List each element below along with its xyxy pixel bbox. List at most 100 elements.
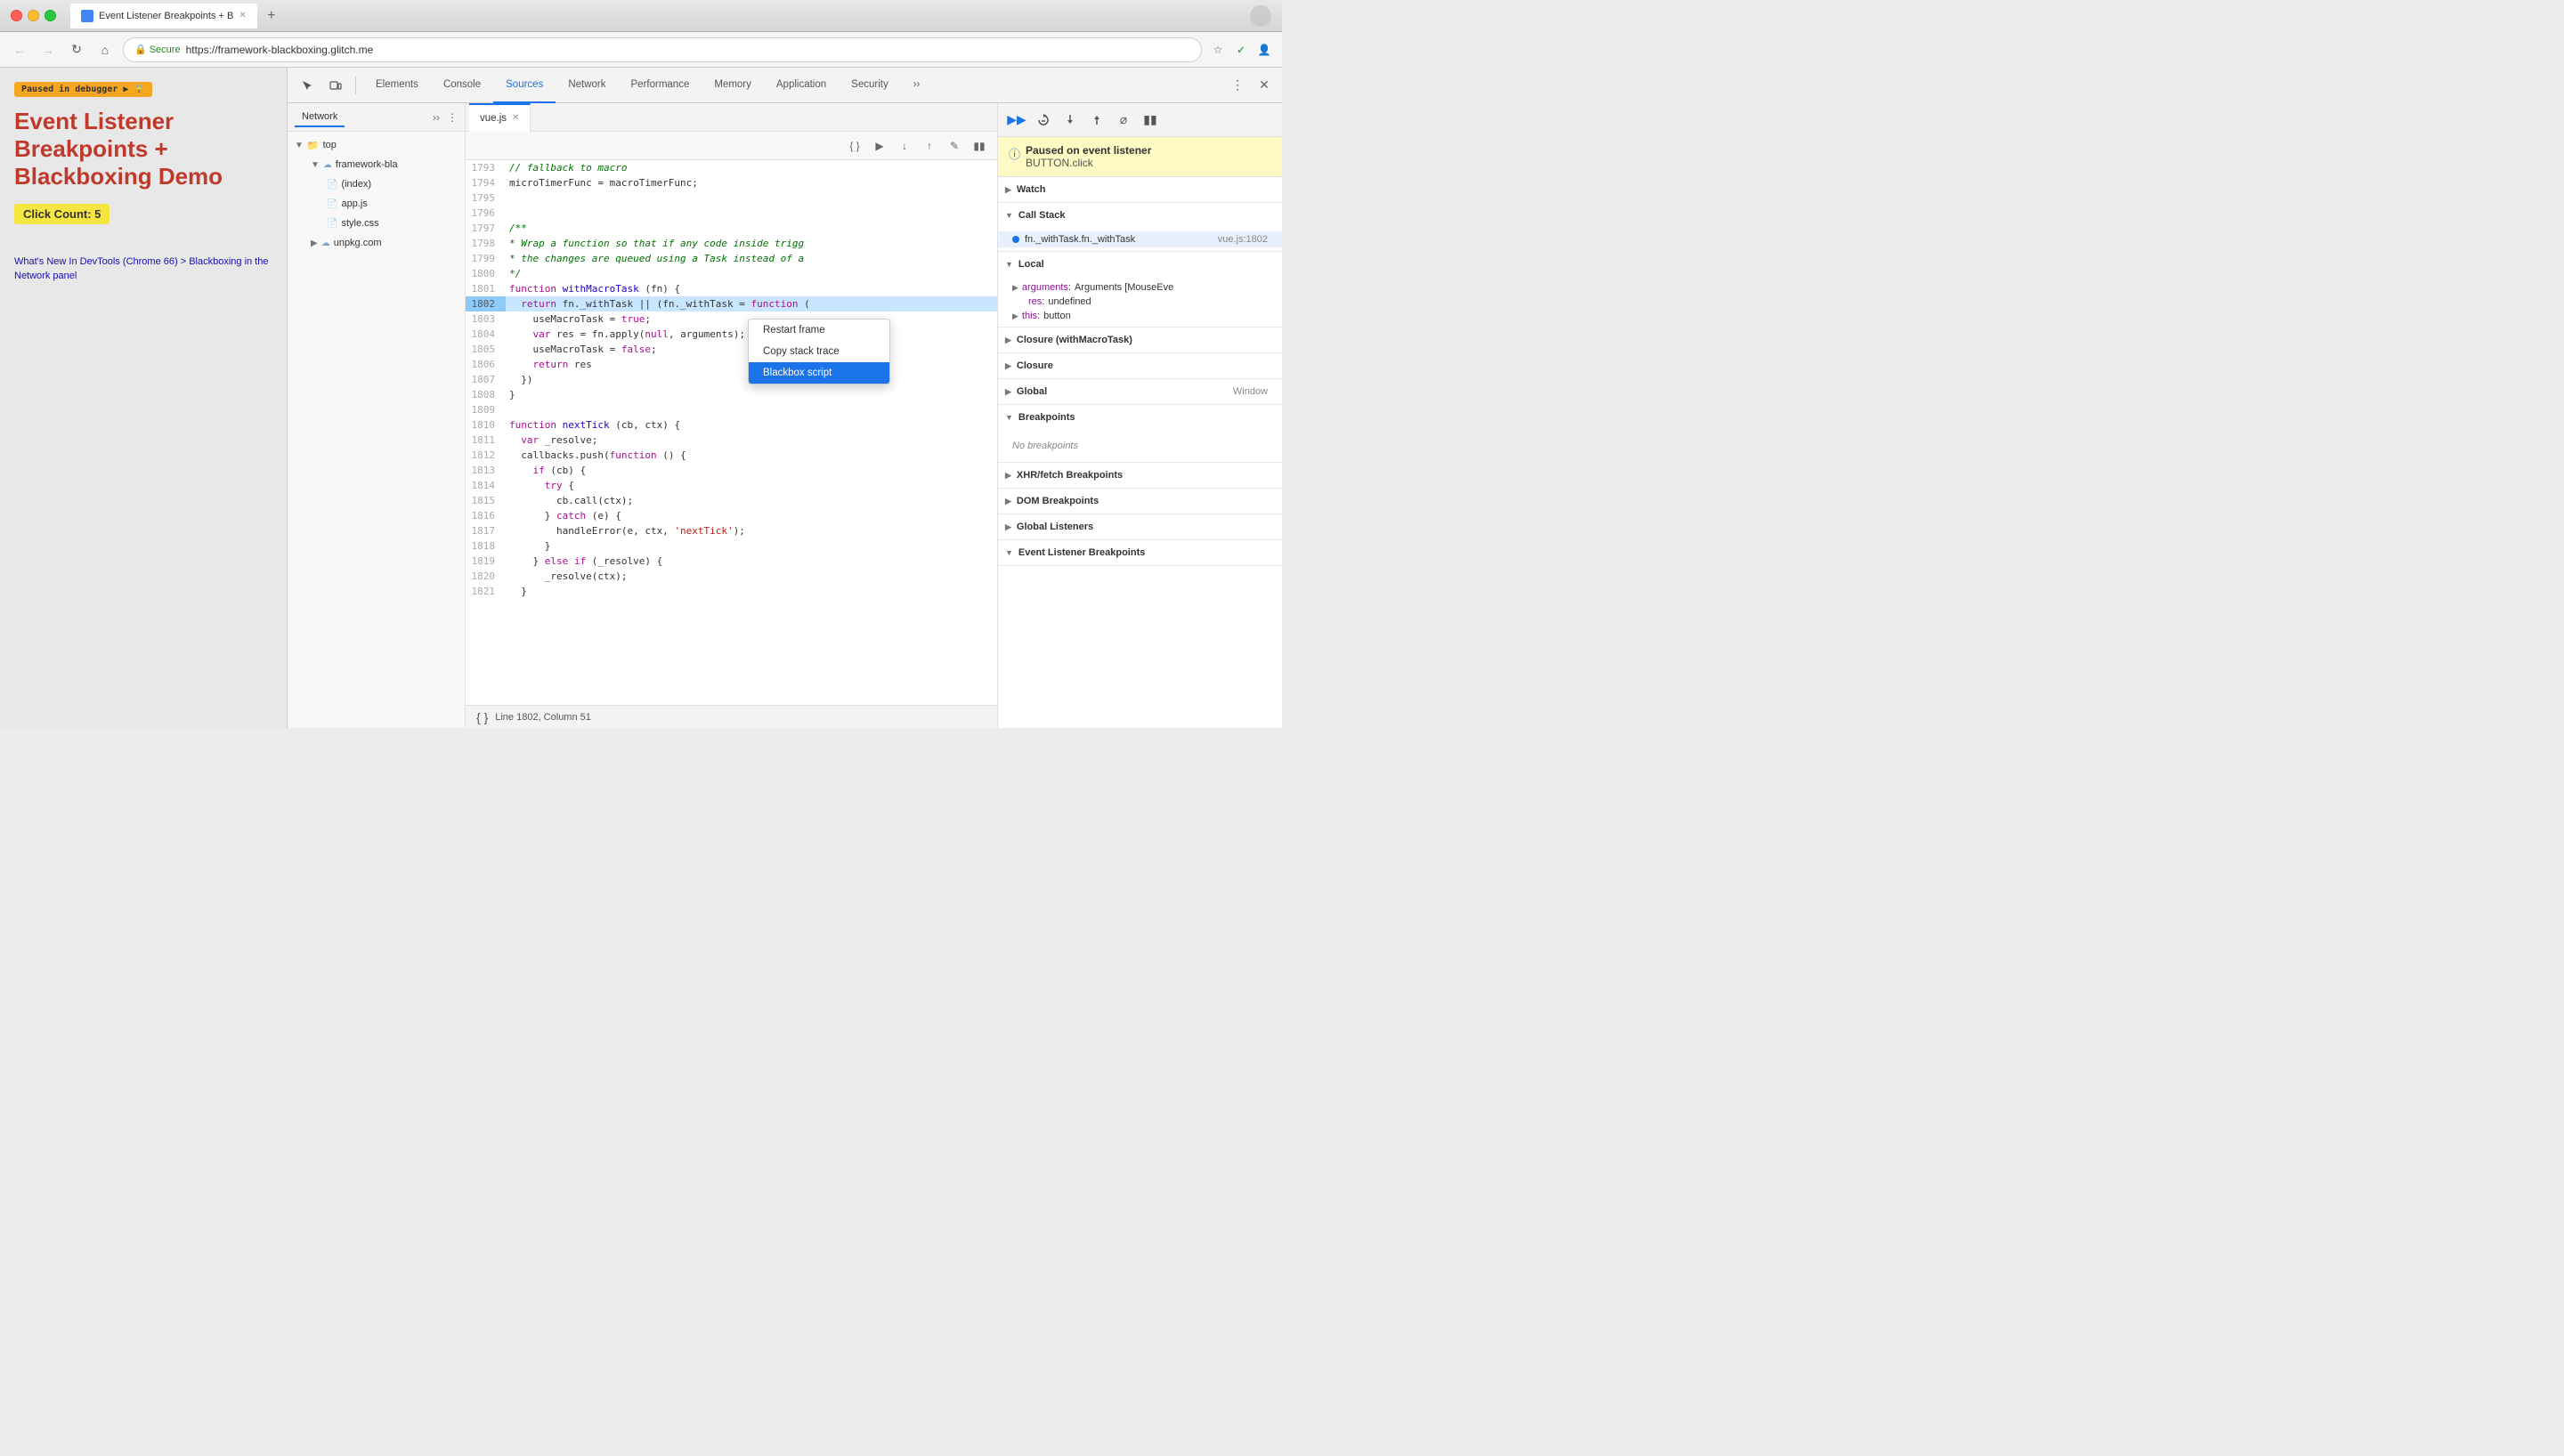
file-panel-header: Network ›› ⋮ <box>288 103 465 132</box>
browser-tab-close[interactable]: ✕ <box>239 11 246 20</box>
file-panel-more-button[interactable]: ›› <box>433 111 440 124</box>
tab-application[interactable]: Application <box>764 68 839 103</box>
secure-label: Secure <box>150 44 181 55</box>
forward-button[interactable]: → <box>37 39 59 61</box>
code-editor: vue.js ✕ { } ▶ ↓ ↑ ✎ ▮▮ 1793 // fal <box>466 103 997 728</box>
closure-section-header[interactable]: ▶ Closure <box>998 353 1282 378</box>
account-icon[interactable]: 👤 <box>1255 41 1273 59</box>
context-menu-restart-frame[interactable]: Restart frame <box>749 320 889 341</box>
tree-item-appjs[interactable]: 📄 app.js <box>288 194 465 214</box>
tab-console[interactable]: Console <box>431 68 493 103</box>
event-listener-header[interactable]: ▼ Event Listener Breakpoints <box>998 540 1282 565</box>
editor-toolbar: { } ▶ ↓ ↑ ✎ ▮▮ <box>466 132 997 160</box>
browser-tab-active[interactable]: Event Listener Breakpoints + B ✕ <box>70 4 257 28</box>
devtools-panel: Elements Console Sources Network Perform… <box>287 68 1282 728</box>
cloud-icon-framework: ☁ <box>323 160 332 170</box>
secure-badge: 🔒 Secure <box>134 44 181 55</box>
tree-item-stylecss[interactable]: 📄 style.css <box>288 214 465 233</box>
step-into-button[interactable] <box>1059 109 1082 132</box>
bookmark-icon[interactable]: ☆ <box>1209 41 1227 59</box>
watch-section-header[interactable]: ▶ Watch <box>998 177 1282 202</box>
run-snippet-button[interactable]: ▶ <box>869 135 890 157</box>
global-section-header[interactable]: ▶ Global Window <box>998 379 1282 404</box>
refresh-button[interactable]: ↻ <box>66 39 87 61</box>
pause-on-exceptions-button[interactable]: ▮▮ <box>1139 109 1162 132</box>
dom-arrow: ▶ <box>1005 497 1011 506</box>
code-line-1802: 1802 return fn._withTask || (fn._withTas… <box>466 296 997 311</box>
file-panel-network-tab[interactable]: Network <box>295 108 345 127</box>
global-listeners-header[interactable]: ▶ Global Listeners <box>998 514 1282 539</box>
step-out-button[interactable] <box>1085 109 1108 132</box>
editor-tab-close[interactable]: ✕ <box>512 113 519 123</box>
tab-performance[interactable]: Performance <box>619 68 702 103</box>
call-stack-item-0[interactable]: fn._withTask.fn._withTask vue.js:1802 <box>998 231 1282 247</box>
editor-tab-vuejs[interactable]: vue.js ✕ <box>469 103 531 132</box>
global-listeners-section: ▶ Global Listeners <box>998 514 1282 540</box>
deactivate-breakpoints-button[interactable]: ⌀ <box>1112 109 1135 132</box>
tab-sources[interactable]: Sources <box>493 68 556 103</box>
editor-tabs: vue.js ✕ <box>466 103 997 132</box>
pretty-print-button[interactable]: { } <box>844 135 865 157</box>
code-line-1817: 1817 handleError(e, ctx, 'nextTick'); <box>466 523 997 538</box>
pause-button[interactable]: ▮▮ <box>969 135 990 157</box>
new-tab-button[interactable]: + <box>261 5 282 27</box>
devtools-link[interactable]: What's New In DevTools (Chrome 66) > Bla… <box>14 255 272 284</box>
breakpoints-section-header[interactable]: ▼ Breakpoints <box>998 405 1282 430</box>
close-window-button[interactable] <box>11 10 22 21</box>
code-content[interactable]: 1793 // fallback to macro 1794 microTime… <box>466 160 997 705</box>
save-snippet-button[interactable]: ↓ <box>894 135 915 157</box>
scope-row-res[interactable]: res: undefined <box>998 295 1282 309</box>
dom-section-header[interactable]: ▶ DOM Breakpoints <box>998 489 1282 514</box>
closure-with-macro-label: Closure (withMacroTask) <box>1017 335 1132 345</box>
maximize-window-button[interactable] <box>45 10 56 21</box>
closure-with-macro-section: ▶ Closure (withMacroTask) <box>998 328 1282 353</box>
profile-avatar[interactable] <box>1250 5 1271 27</box>
tab-elements[interactable]: Elements <box>363 68 431 103</box>
tree-label-unpkg: unpkg.com <box>334 238 382 248</box>
tree-label-top: top <box>323 140 337 150</box>
file-icon-stylecss: 📄 <box>327 219 337 229</box>
code-line-1804: 1804 var res = fn.apply(null, arguments)… <box>466 327 997 342</box>
breakpoints-section: ▼ Breakpoints No breakpoints <box>998 405 1282 463</box>
home-button[interactable]: ⌂ <box>94 39 116 61</box>
devtools-close-button[interactable]: ✕ <box>1254 75 1275 96</box>
context-menu-copy-stack-trace[interactable]: Copy stack trace <box>749 341 889 362</box>
file-panel-menu-button[interactable]: ⋮ <box>447 111 458 124</box>
xhr-section-header[interactable]: ▶ XHR/fetch Breakpoints <box>998 463 1282 488</box>
scope-key-arguments: arguments: <box>1022 282 1071 293</box>
global-section: ▶ Global Window <box>998 379 1282 405</box>
local-arrow: ▼ <box>1005 260 1013 269</box>
tree-item-top[interactable]: ▼ 📁 top <box>288 135 465 155</box>
scope-row-this[interactable]: ▶ this: button <box>998 309 1282 323</box>
resume-button[interactable]: ▶▶ <box>1005 109 1028 132</box>
tab-security[interactable]: Security <box>839 68 901 103</box>
step-over-button[interactable] <box>1032 109 1055 132</box>
local-section-header[interactable]: ▼ Local <box>998 252 1282 277</box>
device-toolbar-button[interactable] <box>323 73 348 98</box>
code-line-1819: 1819 } else if (_resolve) { <box>466 554 997 569</box>
resume-icon[interactable]: ▶ <box>123 85 128 94</box>
step-over-icon[interactable]: 🔒 <box>134 85 144 94</box>
breakpoints-button[interactable]: ↑ <box>919 135 940 157</box>
tab-memory[interactable]: Memory <box>702 68 764 103</box>
closure-with-macro-header[interactable]: ▶ Closure (withMacroTask) <box>998 328 1282 352</box>
minimize-window-button[interactable] <box>28 10 39 21</box>
back-button[interactable]: ← <box>9 39 30 61</box>
tree-label-index: (index) <box>341 179 371 190</box>
closure-arrow: ▶ <box>1005 361 1011 371</box>
address-field[interactable]: 🔒 Secure https://framework-blackboxing.g… <box>123 37 1202 62</box>
inspect-element-button[interactable] <box>295 73 320 98</box>
tree-item-unpkg[interactable]: ▶ ☁ unpkg.com <box>288 233 465 253</box>
tab-network[interactable]: Network <box>556 68 618 103</box>
scope-row-arguments[interactable]: ▶ arguments: Arguments [MouseEve <box>998 280 1282 295</box>
tab-more[interactable]: ›› <box>901 68 933 103</box>
code-line-1797: 1797 /** <box>466 221 997 236</box>
context-menu-blackbox-script[interactable]: Blackbox script <box>749 362 889 384</box>
paused-badge: Paused in debugger ▶ 🔒 <box>14 82 152 97</box>
tree-item-index[interactable]: 📄 (index) <box>288 174 465 194</box>
verified-icon[interactable]: ✓ <box>1232 41 1250 59</box>
tree-item-framework[interactable]: ▼ ☁ framework-bla <box>288 155 465 174</box>
edit-button[interactable]: ✎ <box>944 135 965 157</box>
call-stack-section-header[interactable]: ▼ Call Stack <box>998 203 1282 228</box>
more-options-button[interactable]: ⋮ <box>1225 73 1250 98</box>
